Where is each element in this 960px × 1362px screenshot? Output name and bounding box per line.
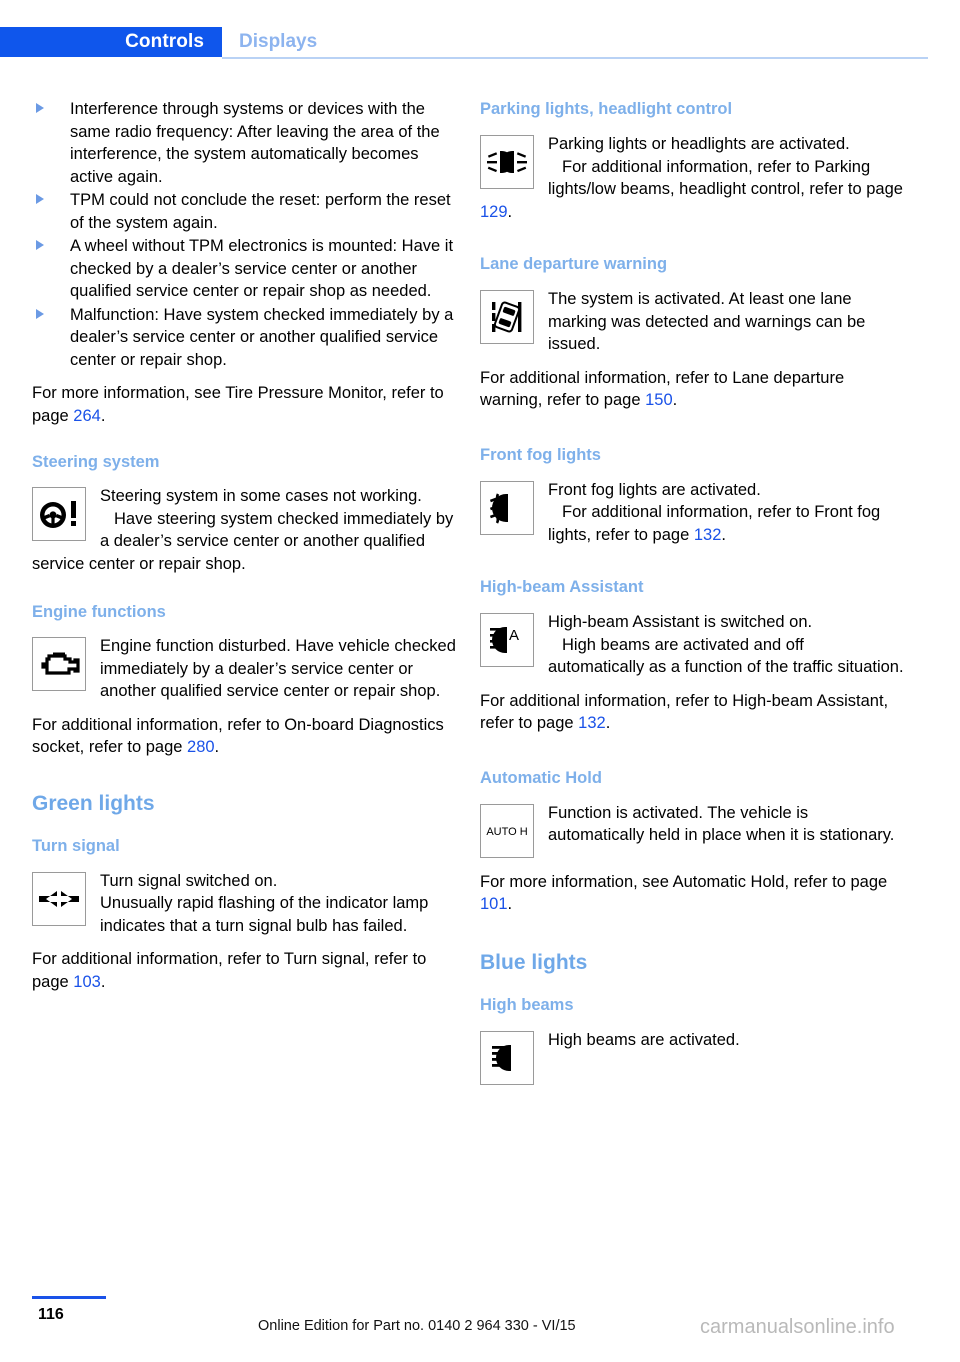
heading-automatic-hold: Automatic Hold [480, 768, 602, 787]
heading-steering-system: Steering system [32, 453, 160, 471]
svg-text:A: A [509, 627, 519, 644]
high-beam-assistant-body-text: High beams are activated and off automat… [548, 635, 904, 677]
high-beam-assistant-reference-period: . [605, 714, 611, 732]
parking-lights-block: Parking lights or headlights are activat… [480, 133, 904, 223]
heading-front-fog-lights: Front fog lights [480, 445, 601, 464]
engine-reference: For additional information, refer to On-… [32, 714, 456, 759]
list-item: Interference through systems or devices … [32, 98, 456, 188]
tpm-reference: For more information, see Tire Pressure … [32, 382, 456, 427]
page-link[interactable]: 101 [480, 895, 508, 913]
turn-signal-block: Turn signal switched on. Unusually rapid… [32, 870, 456, 938]
left-column: Interference through systems or devices … [32, 98, 456, 1004]
tab-displays[interactable]: Displays [239, 31, 317, 53]
engine-lead-text: Engine function disturbed. Have vehicle … [100, 637, 456, 700]
steering-wheel-warning-icon [32, 487, 86, 541]
page-link[interactable]: 150 [645, 391, 673, 409]
list-item: A wheel without TPM electronics is mount… [32, 235, 456, 303]
svg-text:AUTO H: AUTO H [486, 826, 527, 838]
tab-controls-label: Controls [125, 31, 204, 52]
triangle-bullet-icon [36, 194, 44, 204]
right-column: Parking lights, headlight control Parkin… [480, 98, 904, 1087]
tpm-reference-period: . [100, 406, 106, 425]
heading-turn-signal: Turn signal [32, 836, 120, 855]
heading-high-beams: High beams [480, 995, 574, 1014]
page-link[interactable]: 129 [480, 203, 508, 221]
triangle-bullet-icon [36, 308, 44, 319]
header-divider [222, 57, 928, 59]
engine-reference-period: . [214, 738, 220, 756]
heading-lane-departure-warning: Lane departure warning [480, 255, 668, 273]
tab-controls[interactable]: Controls [0, 27, 222, 57]
turn-signal-lead-text: Turn signal switched on. [100, 871, 278, 890]
turn-signal-body-text: Unusually rapid flashing of the indicato… [100, 894, 429, 935]
parking-lights-reference: For additional information, refer to Par… [480, 156, 904, 224]
turn-signal-reference-period: . [100, 972, 106, 991]
page-header: Controls Displays [0, 0, 960, 66]
steering-lead-text: Steering system in some cases not workin… [100, 487, 422, 505]
list-item: TPM could not conclude the reset: perfor… [32, 189, 456, 234]
high-beam-assistant-reference: For additional information, refer to Hig… [480, 690, 904, 735]
heading-engine-functions: Engine functions [32, 603, 166, 621]
automatic-hold-reference-period: . [507, 895, 513, 913]
page-link[interactable]: 264 [73, 407, 101, 425]
parking-lights-lead-text: Parking lights or headlights are activat… [548, 135, 850, 153]
front-fog-lights-block: Front fog lights are activated. For addi… [480, 479, 904, 547]
page-link[interactable]: 103 [73, 973, 101, 991]
steering-body-text: Have steering system checked immediately… [32, 509, 454, 573]
page-link[interactable]: 280 [187, 738, 215, 756]
auto-hold-icon: AUTO H [480, 803, 534, 858]
page-link[interactable]: 132 [578, 714, 606, 732]
lane-departure-reference: For additional information, refer to Lan… [480, 367, 904, 412]
parking-lights-icon [480, 135, 534, 189]
high-beams-icon [480, 1030, 534, 1085]
lane-departure-lead-text: The system is activated. At least one la… [548, 290, 866, 353]
lane-departure-reference-period: . [672, 391, 678, 409]
high-beam-assistant-icon: A [480, 613, 534, 667]
high-beam-assistant-reference-text: For additional information, refer to Hig… [480, 691, 889, 733]
high-beams-block: High beams are activated. [480, 1029, 904, 1087]
automatic-hold-block: AUTO H Function is activated. The vehicl… [480, 802, 904, 860]
triangle-bullet-icon [36, 240, 44, 250]
automatic-hold-reference-text: For more information, see Automatic Hold… [480, 872, 888, 891]
front-fog-reference: For additional information, refer to Fro… [480, 501, 904, 546]
turn-signal-arrows-icon [32, 871, 86, 926]
heading-parking-lights: Parking lights, headlight control [480, 100, 733, 118]
high-beam-assistant-lead-text: High-beam Assistant is switched on. [548, 613, 813, 631]
parking-lights-reference-text: For additional information, refer to Par… [548, 157, 903, 199]
engine-functions-block: Engine function disturbed. Have vehicle … [32, 635, 456, 703]
triangle-bullet-icon [36, 103, 44, 113]
list-item-text: A wheel without TPM electronics is mount… [70, 237, 454, 300]
heading-blue-lights: Blue lights [480, 950, 588, 974]
heading-green-lights: Green lights [32, 791, 155, 815]
automatic-hold-lead-text: Function is activated. The vehicle is au… [548, 803, 895, 845]
high-beams-lead-text: High beams are activated. [548, 1030, 740, 1049]
front-fog-lead-text: Front fog lights are activated. [548, 480, 761, 499]
edition-notice: Online Edition for Part no. 0140 2 964 3… [258, 1318, 576, 1334]
front-fog-reference-period: . [721, 525, 726, 544]
steering-system-block: Steering system in some cases not workin… [32, 485, 456, 575]
footer-divider [32, 1296, 106, 1299]
automatic-hold-reference: For more information, see Automatic Hold… [480, 871, 904, 916]
list-item-text: TPM could not conclude the reset: perfor… [70, 191, 451, 232]
heading-high-beam-assistant: High-beam Assistant [480, 578, 644, 596]
list-item: Malfunction: Have system checked immedia… [32, 304, 456, 372]
turn-signal-reference: For additional information, refer to Tur… [32, 948, 456, 993]
page-link[interactable]: 132 [694, 526, 722, 544]
high-beam-assistant-block: A High-beam Assistant is switched on. Hi… [480, 611, 904, 679]
watermark: carmanualsonline.info [700, 1316, 895, 1338]
tpm-bullet-list: Interference through systems or devices … [32, 98, 456, 371]
lane-departure-warning-icon [480, 290, 534, 344]
front-fog-light-icon [480, 480, 534, 535]
page-number: 116 [38, 1306, 64, 1323]
engine-reference-text: For additional information, refer to On-… [32, 715, 444, 757]
parking-lights-reference-period: . [507, 202, 513, 221]
check-engine-icon [32, 637, 86, 691]
list-item-text: Interference through systems or devices … [70, 100, 440, 186]
lane-departure-block: The system is activated. At least one la… [480, 288, 904, 356]
list-item-text: Malfunction: Have system checked immedia… [70, 305, 454, 369]
